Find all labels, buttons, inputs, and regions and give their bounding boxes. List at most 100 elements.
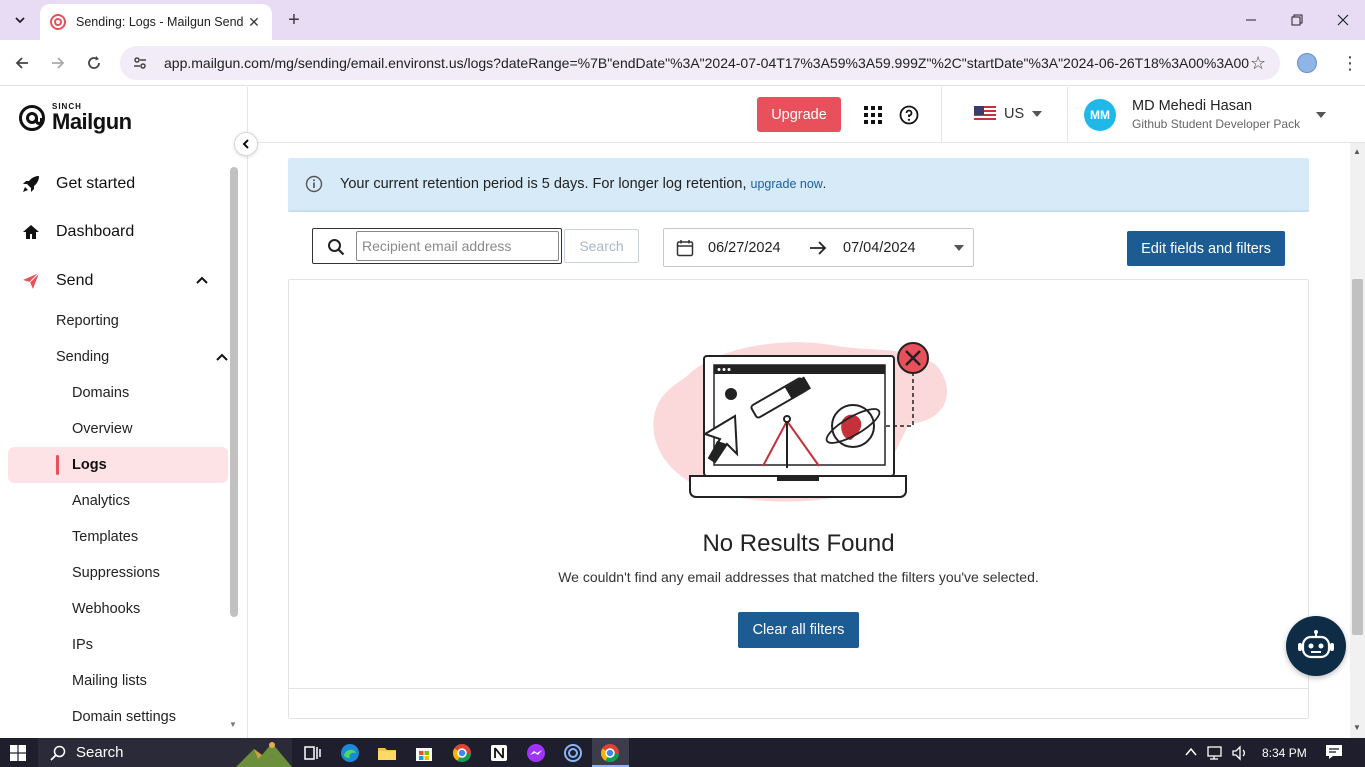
recipient-search-input[interactable] (356, 231, 559, 261)
chrome-profile-icon[interactable] (600, 743, 620, 763)
header-divider (1067, 87, 1068, 143)
chevron-up-icon (196, 276, 208, 284)
mailgun-logo[interactable]: SINCH Mailgun (18, 103, 132, 133)
user-avatar[interactable]: MM (1084, 99, 1116, 131)
sidebar-collapse-button[interactable] (234, 132, 258, 156)
tab-search-icon[interactable] (8, 8, 32, 32)
arrow-right-icon (810, 241, 827, 255)
chevron-up-icon[interactable] (1184, 745, 1198, 759)
browser-menu-icon[interactable]: ⋮ (1340, 53, 1360, 73)
address-bar: app.mailgun.com/mg/sending/email.environ… (0, 40, 1365, 86)
sidebar-item-ips[interactable]: IPs (72, 637, 93, 653)
info-icon (305, 175, 323, 193)
edit-fields-filters-button[interactable]: Edit fields and filters (1127, 231, 1285, 266)
bookmark-star-icon[interactable]: ☆ (1250, 54, 1268, 72)
region-selector[interactable]: US (974, 106, 1043, 122)
start-date[interactable]: 06/27/2024 (708, 240, 781, 256)
forward-icon[interactable] (44, 49, 72, 77)
app-circle-icon[interactable] (563, 743, 583, 763)
top-header: Upgrade US MM MD Mehedi Hasan Github Stu… (248, 87, 1365, 143)
sidebar-item-domains[interactable]: Domains (72, 385, 129, 401)
scroll-down-icon[interactable]: ▼ (1353, 723, 1361, 732)
new-tab-icon[interactable]: + (282, 8, 306, 32)
user-name[interactable]: MD Mehedi Hasan (1132, 98, 1252, 114)
sidebar-item-dashboard[interactable]: Dashboard (20, 221, 134, 243)
messenger-icon[interactable] (526, 743, 546, 763)
sidebar-item-webhooks[interactable]: Webhooks (72, 601, 140, 617)
minimize-icon[interactable] (1228, 0, 1274, 40)
paper-plane-icon (20, 270, 42, 292)
page-scrollbar[interactable]: ▲ ▼ (1350, 143, 1365, 738)
scroll-up-icon[interactable]: ▲ (1353, 147, 1361, 156)
back-icon[interactable] (8, 49, 36, 77)
tab-title: Sending: Logs - Mailgun Send (76, 15, 244, 29)
site-settings-icon[interactable] (130, 53, 150, 73)
clear-all-filters-button[interactable]: Clear all filters (738, 612, 859, 648)
sidebar-item-label: Dashboard (56, 223, 135, 240)
sidebar-item-logs[interactable]: Logs (72, 457, 107, 473)
windows-taskbar: Search 8:34 PM (0, 738, 1365, 767)
browser-tab-bar: Sending: Logs - Mailgun Send ✕ + (0, 0, 1365, 40)
help-icon[interactable] (899, 105, 919, 125)
sidebar-item-templates[interactable]: Templates (72, 529, 138, 545)
date-range-picker[interactable]: 06/27/2024 07/04/2024 (663, 228, 974, 267)
apps-grid-icon[interactable] (864, 106, 882, 124)
reload-icon[interactable] (80, 49, 108, 77)
mailgun-logo-icon (19, 105, 45, 131)
url-omnibox[interactable]: app.mailgun.com/mg/sending/email.environ… (120, 46, 1280, 80)
no-results-subtitle: We couldn't find any email addresses tha… (558, 569, 1039, 585)
chrome-icon[interactable] (452, 743, 472, 763)
sidebar-item-mailing-lists[interactable]: Mailing lists (72, 673, 147, 689)
header-divider (941, 87, 942, 143)
robot-icon (1298, 630, 1334, 659)
browser-tab[interactable]: Sending: Logs - Mailgun Send ✕ (40, 4, 272, 40)
end-date[interactable]: 07/04/2024 (843, 240, 916, 256)
us-flag-icon (974, 106, 996, 122)
restore-icon[interactable] (1274, 0, 1320, 40)
sidebar-item-domain-settings[interactable]: Domain settings (72, 709, 176, 725)
volume-icon[interactable] (1231, 745, 1249, 761)
search-button[interactable]: Search (564, 229, 639, 263)
edge-icon[interactable] (340, 743, 360, 763)
chatbot-button[interactable] (1286, 616, 1346, 676)
notion-icon[interactable] (489, 743, 509, 763)
sidebar-active-indicator (56, 455, 59, 475)
tab-close-icon[interactable]: ✕ (246, 14, 262, 30)
sidebar-scrollbar[interactable] (230, 167, 238, 617)
chevron-left-icon (242, 139, 249, 149)
banner-text: Your current retention period is 5 days.… (340, 176, 747, 192)
search-icon (328, 239, 345, 256)
sidebar-item-suppressions[interactable]: Suppressions (72, 565, 160, 581)
file-explorer-icon[interactable] (377, 743, 397, 763)
sidebar-item-label: Send (56, 272, 94, 289)
sidebar-item-overview[interactable]: Overview (72, 421, 132, 437)
taskbar-clock[interactable]: 8:34 PM (1262, 746, 1307, 760)
user-menu-caret-icon[interactable] (1316, 112, 1326, 118)
caret-down-icon (1032, 111, 1043, 117)
sidebar: SINCH Mailgun Get started Dashboard Send… (0, 87, 248, 738)
home-icon (20, 221, 42, 243)
window-close-icon[interactable] (1320, 0, 1365, 40)
sidebar-scroll-down-icon[interactable]: ▼ (229, 720, 237, 729)
network-icon[interactable] (1207, 745, 1225, 761)
windows-start-icon[interactable] (10, 745, 26, 761)
sidebar-item-analytics[interactable]: Analytics (72, 493, 130, 509)
search-icon (50, 745, 66, 761)
user-plan: Github Student Developer Pack (1132, 117, 1301, 131)
sidebar-item-sending[interactable]: Sending (56, 349, 228, 365)
calendar-icon (676, 240, 694, 257)
search-box (312, 228, 562, 264)
upgrade-button[interactable]: Upgrade (757, 97, 841, 132)
task-view-icon[interactable] (302, 743, 322, 763)
notification-icon[interactable] (1325, 744, 1343, 760)
browser-profile-avatar[interactable] (1297, 53, 1317, 73)
landscape-widget-icon[interactable] (236, 739, 292, 767)
scrollbar-thumb[interactable] (1352, 279, 1363, 635)
sidebar-item-get-started[interactable]: Get started (20, 173, 135, 195)
main-content: Your current retention period is 5 days.… (248, 143, 1350, 738)
upgrade-now-link[interactable]: upgrade now (751, 177, 823, 191)
sidebar-item-send[interactable]: Send (20, 270, 230, 292)
store-icon[interactable] (414, 743, 434, 763)
region-label: US (1004, 106, 1025, 122)
sidebar-item-reporting[interactable]: Reporting (56, 313, 119, 329)
